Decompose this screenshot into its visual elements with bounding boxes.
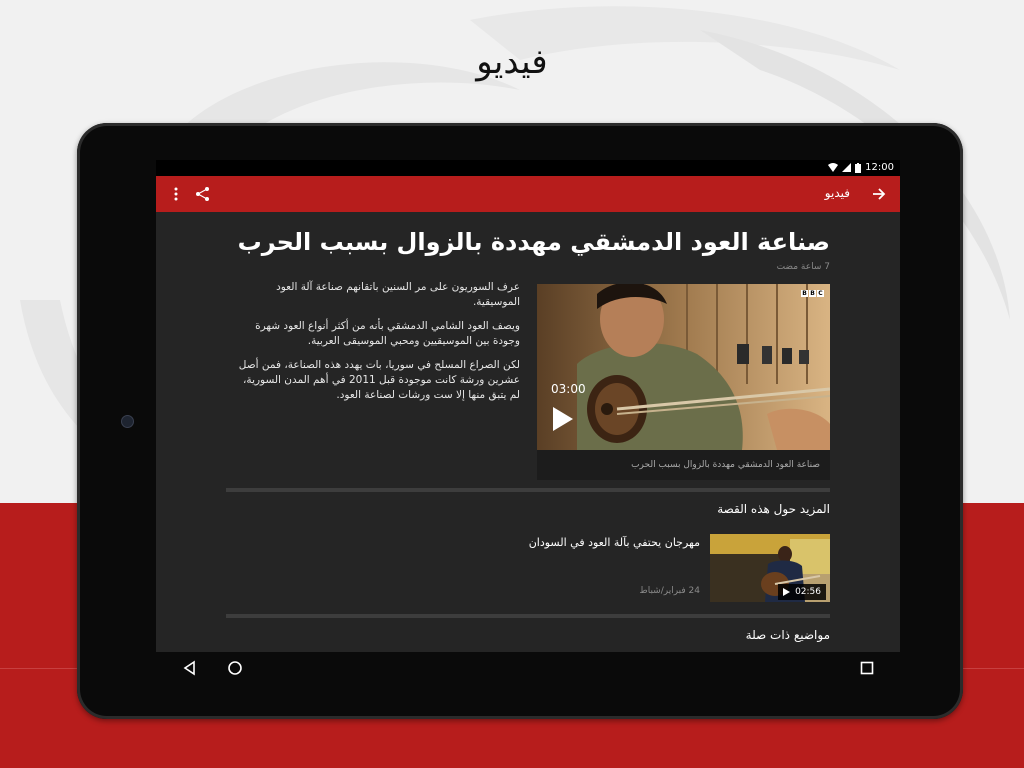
play-button[interactable] <box>551 406 575 432</box>
bbc-logo: B B C <box>801 290 824 297</box>
app-bar: فيديو <box>156 176 900 212</box>
nav-back-icon <box>183 660 195 676</box>
article-paragraph: لكن الصراع المسلح في سوريا، بات يهدد هذه… <box>238 359 520 401</box>
nav-home-icon <box>228 661 242 675</box>
play-icon <box>553 407 573 431</box>
related-topics-heading: مواضيع ذات صلة <box>745 628 830 642</box>
video-player[interactable]: B B C 03:00 <box>537 284 830 450</box>
battery-icon <box>855 162 862 173</box>
status-bar: 12:00 <box>156 160 900 176</box>
back-button[interactable] <box>868 183 890 205</box>
share-icon <box>196 187 209 201</box>
article-paragraph: عرف السوريون على مر السنين باتقانهم صناع… <box>276 281 520 308</box>
video-duration: 03:00 <box>551 382 586 396</box>
app-bar-title: فيديو <box>824 186 850 200</box>
section-divider <box>226 488 830 492</box>
section-divider <box>226 614 830 618</box>
story-date: 24 فبراير/شباط <box>639 586 700 596</box>
overflow-menu-button[interactable] <box>168 184 184 204</box>
video-caption: صناعة العود الدمشقي مهددة بالزوال بسبب ا… <box>537 450 830 480</box>
nav-recents-icon <box>860 661 874 675</box>
app-screen: فيديو صناعة العود الدمشقي مهددة بالزوال … <box>156 176 900 652</box>
video-caption-text: صناعة العود الدمشقي مهددة بالزوال بسبب ا… <box>631 460 820 470</box>
more-vert-icon <box>174 187 178 201</box>
article-timestamp: 7 ساعة مضت <box>776 262 830 272</box>
video-thumbnail <box>537 284 830 450</box>
more-stories-heading: المزيد حول هذه القصة <box>717 502 830 516</box>
article-headline: صناعة العود الدمشقي مهددة بالزوال بسبب ا… <box>237 228 830 256</box>
camera-icon <box>121 415 134 428</box>
nav-back-button[interactable] <box>182 660 198 676</box>
play-icon <box>783 588 791 596</box>
story-thumbnail[interactable]: 02:56 <box>710 534 830 602</box>
bbc-logo-letter: B <box>801 290 808 297</box>
android-nav-bar <box>156 652 900 684</box>
article-paragraph: ويصف العود الشامي الدمشقي بأنه من أكثر أ… <box>255 320 520 347</box>
nav-recents-button[interactable] <box>859 660 875 676</box>
nav-home-button[interactable] <box>227 660 243 676</box>
status-time: 12:00 <box>865 162 894 173</box>
story-title-link[interactable]: مهرجان يحتفي بآلة العود في السودان <box>529 536 700 549</box>
article-body: عرف السوريون على مر السنين باتقانهم صناع… <box>236 280 520 412</box>
wifi-icon <box>828 163 839 172</box>
bbc-logo-letter: C <box>817 290 824 297</box>
story-duration: 02:56 <box>795 587 821 597</box>
story-duration-badge: 02:56 <box>778 584 826 600</box>
arrow-right-icon <box>873 188 886 200</box>
share-button[interactable] <box>194 185 212 203</box>
signal-icon <box>842 163 852 172</box>
promo-title: فيديو <box>476 42 548 82</box>
bbc-logo-letter: B <box>809 290 816 297</box>
